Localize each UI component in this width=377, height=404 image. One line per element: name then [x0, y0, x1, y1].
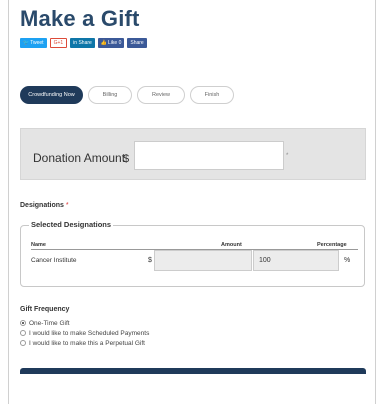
required-marker: * — [65, 202, 69, 209]
designations-heading: Designations * — [20, 202, 69, 209]
required-marker: * — [286, 153, 289, 159]
step-crowdfunding-now[interactable]: Crowdfunding Now — [20, 86, 83, 104]
page-title: Make a Gift — [20, 6, 140, 31]
designation-percentage-field[interactable]: 100 — [253, 250, 339, 271]
option-perpetual-gift[interactable]: I would like to make this a Perpetual Gi… — [20, 338, 149, 348]
gift-frequency-options: One-Time Gift I would like to make Sched… — [20, 318, 149, 348]
column-header-amount: Amount — [221, 242, 242, 248]
currency-symbol: $ — [123, 153, 130, 165]
option-scheduled-payments[interactable]: I would like to make Scheduled Payments — [20, 328, 149, 338]
designation-currency: $ — [148, 257, 152, 264]
selected-designations-fieldset: Selected Designations Name Amount Percen… — [20, 220, 365, 287]
facebook-share-button[interactable]: Share — [127, 38, 147, 48]
step-finish[interactable]: Finish — [190, 86, 234, 104]
step-billing[interactable]: Billing — [88, 86, 132, 104]
gift-frequency-heading: Gift Frequency — [20, 306, 70, 313]
radio-perpetual-gift[interactable] — [20, 340, 26, 346]
designation-amount-field[interactable] — [154, 250, 252, 271]
linkedin-share-button[interactable]: in Share — [70, 38, 95, 48]
step-review[interactable]: Review — [137, 86, 185, 104]
share-buttons: 🐦 Tweet G+1 in Share 👍 Like 0 Share — [20, 38, 147, 48]
option-one-time-gift[interactable]: One-Time Gift — [20, 318, 149, 328]
progress-steps: Crowdfunding Now Billing Review Finish — [20, 86, 234, 104]
column-header-name: Name — [31, 242, 46, 248]
column-header-percentage: Percentage — [317, 242, 347, 248]
donation-amount-input[interactable] — [134, 141, 284, 170]
facebook-like-button[interactable]: 👍 Like 0 — [97, 38, 125, 48]
twitter-icon: 🐦 — [23, 40, 30, 46]
radio-one-time-gift[interactable] — [20, 320, 26, 326]
percent-sign: % — [344, 257, 351, 264]
google-plus-button[interactable]: G+1 — [49, 38, 68, 48]
donation-amount-label: Donation Amount — [33, 151, 126, 165]
designation-name: Cancer Institute — [31, 257, 77, 264]
tweet-button[interactable]: 🐦 Tweet — [20, 38, 47, 48]
selected-designations-legend: Selected Designations — [29, 220, 114, 229]
radio-scheduled-payments[interactable] — [20, 330, 26, 336]
section-header-bar — [20, 368, 366, 374]
thumbs-up-icon: 👍 — [100, 40, 108, 46]
donation-amount-panel: Donation Amount $ * — [20, 128, 366, 180]
